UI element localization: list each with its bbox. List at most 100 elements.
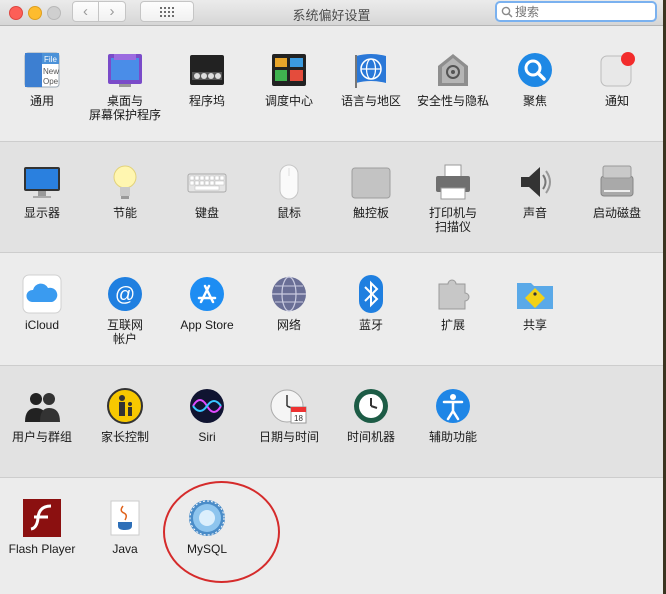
desktop-screensaver-icon [105, 50, 145, 90]
pref-pane-java[interactable]: Java [84, 498, 166, 556]
icloud-icon [22, 274, 62, 314]
keyboard-icon [187, 162, 227, 202]
pref-pane-label: 打印机与 扫描仪 [428, 206, 477, 234]
trackpad-icon [351, 162, 391, 202]
pref-pane-label: 程序坞 [188, 94, 225, 108]
pref-pane-label: 触控板 [352, 206, 389, 220]
pref-pane-icloud[interactable]: iCloud [1, 274, 83, 332]
pref-pane-label: 聚焦 [522, 94, 547, 108]
pref-pane-sound[interactable]: 声音 [494, 162, 576, 220]
title-bar: ‹ › 系统偏好设置 [0, 0, 663, 26]
pref-pane-language[interactable]: 语言与地区 [330, 50, 412, 108]
pref-pane-displays[interactable]: 显示器 [1, 162, 83, 220]
pref-pane-timemachine[interactable]: 时间机器 [330, 386, 412, 444]
dock-icon [187, 50, 227, 90]
pref-pane-printers[interactable]: 打印机与 扫描仪 [412, 162, 494, 234]
pref-pane-mission[interactable]: 调度中心 [248, 50, 330, 108]
search-input[interactable] [515, 4, 650, 19]
pref-pane-extensions[interactable]: 扩展 [412, 274, 494, 332]
app-store-icon [187, 274, 227, 314]
pref-pane-datetime[interactable]: 18 日期与时间 [248, 386, 330, 444]
pref-pane-startup[interactable]: 启动磁盘 [576, 162, 658, 220]
pref-pane-desktop[interactable]: 桌面与 屏幕保护程序 [84, 50, 166, 122]
pref-pane-parental[interactable]: 家长控制 [84, 386, 166, 444]
internet-accounts-icon: @ [105, 274, 145, 314]
pref-pane-label: 家长控制 [100, 430, 149, 444]
java-icon [105, 498, 145, 538]
highlight-circle [163, 481, 280, 583]
pref-pane-label: 蓝牙 [358, 318, 383, 332]
spotlight-icon [515, 50, 555, 90]
pref-pane-general[interactable]: File New Ope 通用 [1, 50, 83, 108]
svg-text:New: New [43, 67, 59, 76]
displays-icon [22, 162, 62, 202]
network-icon [269, 274, 309, 314]
pref-pane-label: 时间机器 [346, 430, 395, 444]
printer-icon [433, 162, 473, 202]
flash-player-icon [22, 498, 62, 538]
pref-pane-label: 显示器 [23, 206, 60, 220]
pref-pane-label: 通用 [29, 94, 54, 108]
pref-pane-label: Siri [198, 430, 216, 444]
svg-text:Ope: Ope [43, 77, 59, 86]
search-field[interactable] [495, 1, 657, 22]
pref-pane-network[interactable]: 网络 [248, 274, 330, 332]
language-region-icon [351, 50, 391, 90]
pref-pane-label: Java [112, 542, 138, 556]
pref-pane-label: 通知 [604, 94, 629, 108]
pref-pane-label: 桌面与 屏幕保护程序 [88, 94, 161, 122]
search-icon [501, 6, 513, 18]
pref-pane-label: 鼠标 [276, 206, 301, 220]
pref-pane-bluetooth[interactable]: 蓝牙 [330, 274, 412, 332]
pref-pane-label: Flash Player [8, 542, 76, 556]
pref-pane-dock[interactable]: 程序坞 [166, 50, 248, 108]
pref-pane-mouse[interactable]: 鼠标 [248, 162, 330, 220]
bluetooth-icon [351, 274, 391, 314]
pref-pane-spotlight[interactable]: 聚焦 [494, 50, 576, 108]
pref-pane-label: 扩展 [440, 318, 465, 332]
sharing-icon [515, 274, 555, 314]
pref-pane-flash[interactable]: Flash Player [1, 498, 83, 556]
pref-pane-internet[interactable]: @ 互联网 帐户 [84, 274, 166, 346]
mission-control-icon [269, 50, 309, 90]
pref-pane-sharing[interactable]: 共享 [494, 274, 576, 332]
pref-pane-energy[interactable]: 节能 [84, 162, 166, 220]
pref-pane-label: 安全性与隐私 [416, 94, 489, 108]
users-groups-icon [22, 386, 62, 426]
pref-pane-label: 声音 [522, 206, 547, 220]
pref-pane-label: 辅助功能 [428, 430, 477, 444]
pref-pane-appstore[interactable]: App Store [166, 274, 248, 332]
energy-saver-icon [105, 162, 145, 202]
notifications-icon [597, 50, 637, 90]
pref-pane-label: 启动磁盘 [592, 206, 641, 220]
pref-pane-label: 调度中心 [264, 94, 313, 108]
pref-pane-accessibility[interactable]: 辅助功能 [412, 386, 494, 444]
pref-pane-label: 语言与地区 [340, 94, 401, 108]
general-icon: File New Ope [22, 50, 62, 90]
siri-icon [187, 386, 227, 426]
extensions-icon [433, 274, 473, 314]
pref-pane-security[interactable]: 安全性与隐私 [412, 50, 494, 108]
pref-pane-label: 键盘 [194, 206, 219, 220]
accessibility-icon [433, 386, 473, 426]
time-machine-icon [351, 386, 391, 426]
pref-pane-label: 共享 [522, 318, 547, 332]
pref-pane-label: iCloud [24, 318, 60, 332]
security-privacy-icon [433, 50, 473, 90]
pref-pane-label: 日期与时间 [258, 430, 319, 444]
pref-pane-keyboard[interactable]: 键盘 [166, 162, 248, 220]
pref-pane-trackpad[interactable]: 触控板 [330, 162, 412, 220]
parental-controls-icon [105, 386, 145, 426]
pref-pane-label: 节能 [112, 206, 137, 220]
system-preferences-window: ‹ › 系统偏好设置 File NewOpe 通用 桌面与 屏幕保护程序 程序坞 调度中心… [0, 0, 663, 594]
mouse-icon [269, 162, 309, 202]
svg-text:@: @ [115, 284, 135, 306]
pref-pane-notifications[interactable]: 通知 [576, 50, 658, 108]
pref-pane-users[interactable]: 用户与群组 [1, 386, 83, 444]
pref-pane-label: 网络 [276, 318, 301, 332]
pref-pane-label: 用户与群组 [11, 430, 72, 444]
svg-text:18: 18 [294, 414, 303, 423]
date-time-icon: 18 [269, 386, 309, 426]
sound-icon [515, 162, 555, 202]
pref-pane-siri[interactable]: Siri [166, 386, 248, 444]
